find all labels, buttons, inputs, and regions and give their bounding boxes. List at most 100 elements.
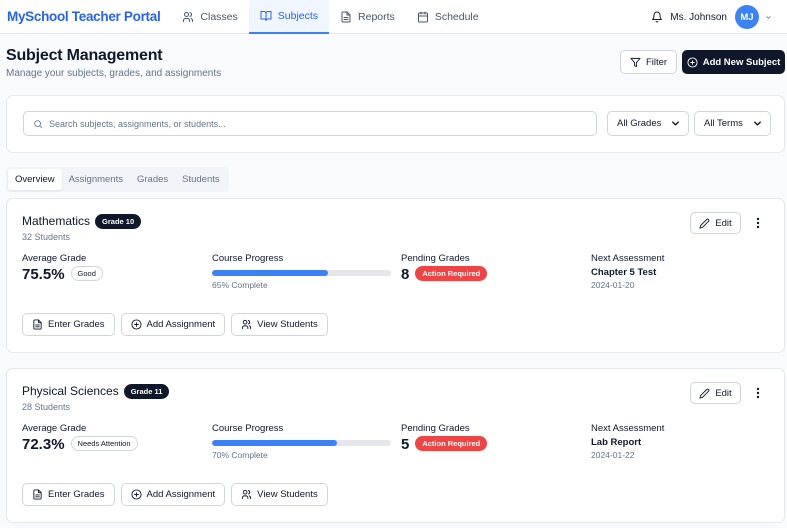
brand-logo[interactable]: MySchool Teacher Portal — [7, 9, 161, 24]
stat-label: Course Progress — [212, 423, 284, 434]
enter-grades-button[interactable]: Enter Grades — [22, 483, 115, 506]
search-icon — [34, 119, 43, 128]
search-input[interactable] — [49, 118, 569, 129]
nav-item-schedule[interactable]: Schedule — [406, 0, 490, 34]
pencil-icon — [699, 388, 710, 399]
nav-label: Subjects — [277, 9, 319, 22]
filter-button[interactable]: Filter — [620, 50, 677, 74]
add-assignment-button[interactable]: Add Assignment — [120, 313, 226, 336]
tab-students[interactable]: Students — [175, 169, 227, 190]
terms-select-value: All Terms — [704, 118, 743, 129]
stat-label: Average Grade — [22, 253, 87, 264]
chevron-down-icon[interactable] — [765, 14, 772, 21]
filter-icon — [630, 57, 641, 67]
stat-label: Pending Grades — [401, 423, 470, 434]
view-students-button[interactable]: View Students — [231, 483, 328, 506]
edit-button[interactable]: Edit — [690, 382, 741, 404]
button-label: View Students — [257, 489, 318, 500]
users-icon — [242, 319, 252, 330]
progress-fill — [212, 270, 329, 276]
tab-grades[interactable]: Grades — [130, 169, 175, 190]
stat-label: Next Assessment — [591, 253, 665, 264]
grades-select-value: All Grades — [617, 118, 662, 129]
average-grade-stat: Average Grade 72.3% Needs Attention — [22, 423, 138, 454]
avatar[interactable]: MJ — [735, 5, 759, 29]
student-count: 32 Students — [22, 232, 71, 242]
nav-item-reports[interactable]: Reports — [329, 0, 406, 34]
view-students-button[interactable]: View Students — [231, 313, 328, 336]
edit-button-label: Edit — [715, 387, 732, 399]
action-required-badge: Action Required — [415, 266, 488, 281]
button-label: Add Assignment — [146, 319, 216, 330]
filter-button-label: Filter — [645, 56, 668, 68]
progress-fill — [212, 440, 338, 446]
course-progress-stat: Course Progress 70% Complete — [212, 423, 391, 460]
average-grade-value: 75.5% — [22, 266, 65, 283]
chevron-down-icon — [754, 121, 761, 126]
stat-label: Average Grade — [22, 423, 87, 434]
chevron-down-icon — [672, 121, 679, 126]
next-assessment-stat: Next Assessment Lab Report 2024-01-22 — [591, 423, 664, 460]
tab-overview[interactable]: Overview — [8, 169, 62, 190]
users-icon — [242, 489, 252, 500]
grade-badge: Grade 10 — [95, 214, 142, 229]
tab-list: Overview Assignments Grades Students — [6, 167, 229, 192]
file-text-icon — [33, 489, 42, 500]
pending-count: 8 — [401, 266, 410, 283]
subject-title: Mathematics — [22, 214, 91, 228]
assessment-date: 2024-01-20 — [591, 280, 635, 290]
plus-circle-icon — [130, 489, 142, 500]
add-subject-button-label: Add New Subject — [702, 56, 781, 68]
tab-assignments[interactable]: Assignments — [62, 169, 130, 190]
next-assessment-stat: Next Assessment Chapter 5 Test 2024-01-2… — [591, 253, 664, 290]
pending-grades-stat: Pending Grades 8 Action Required — [401, 253, 488, 284]
button-label: Enter Grades — [48, 489, 105, 500]
edit-button-label: Edit — [715, 217, 732, 229]
user-menu[interactable]: Ms. Johnson MJ — [651, 0, 772, 34]
main-nav: Classes Subjects Reports Schedule — [171, 0, 489, 34]
add-assignment-button[interactable]: Add Assignment — [120, 483, 226, 506]
stat-label: Course Progress — [212, 253, 284, 264]
book-icon — [260, 10, 272, 21]
user-name: Ms. Johnson — [670, 11, 727, 23]
nav-label: Classes — [200, 10, 238, 23]
subject-name: Physical Sciences Grade 11 — [22, 384, 170, 400]
page-subtitle: Manage your subjects, grades, and assign… — [6, 68, 222, 79]
more-vertical-icon[interactable] — [753, 387, 763, 399]
pending-grades-stat: Pending Grades 5 Action Required — [401, 423, 488, 454]
student-count: 28 Students — [22, 402, 71, 412]
subject-card-mathematics: Mathematics Grade 10 32 Students Edit Ave… — [6, 198, 785, 353]
search-filter-card: All Grades All Terms — [6, 95, 785, 153]
assessment-date: 2024-01-22 — [591, 450, 635, 460]
nav-item-subjects[interactable]: Subjects — [248, 0, 330, 34]
card-actions: Enter Grades Add Assignment View Student… — [22, 313, 328, 336]
course-progress-stat: Course Progress 65% Complete — [212, 253, 391, 290]
assessment-name: Chapter 5 Test — [591, 267, 657, 278]
bell-icon[interactable] — [651, 11, 663, 23]
more-vertical-icon[interactable] — [753, 217, 763, 229]
subject-card-physical-sciences: Physical Sciences Grade 11 28 Students Ed… — [6, 368, 785, 523]
status-badge: Needs Attention — [70, 436, 138, 451]
status-badge: Good — [70, 266, 103, 281]
pencil-icon — [699, 218, 710, 229]
nav-item-classes[interactable]: Classes — [171, 0, 248, 34]
button-label: Enter Grades — [48, 319, 105, 330]
plus-circle-icon — [687, 56, 698, 68]
plus-circle-icon — [130, 319, 142, 330]
average-grade-value: 72.3% — [22, 436, 65, 453]
users-icon — [183, 11, 194, 22]
assessment-name: Lab Report — [591, 437, 642, 448]
edit-button[interactable]: Edit — [690, 212, 741, 234]
nav-label: Schedule — [434, 10, 479, 23]
add-subject-button[interactable]: Add New Subject — [682, 50, 785, 74]
progress-bar — [212, 440, 391, 446]
progress-bar — [212, 270, 391, 276]
action-required-badge: Action Required — [415, 436, 488, 451]
terms-select[interactable]: All Terms — [694, 111, 771, 136]
search-box[interactable] — [23, 111, 597, 136]
grades-select[interactable]: All Grades — [607, 111, 689, 136]
enter-grades-button[interactable]: Enter Grades — [22, 313, 115, 336]
progress-text: 65% Complete — [212, 280, 268, 290]
nav-label: Reports — [358, 10, 395, 23]
button-label: View Students — [257, 319, 318, 330]
